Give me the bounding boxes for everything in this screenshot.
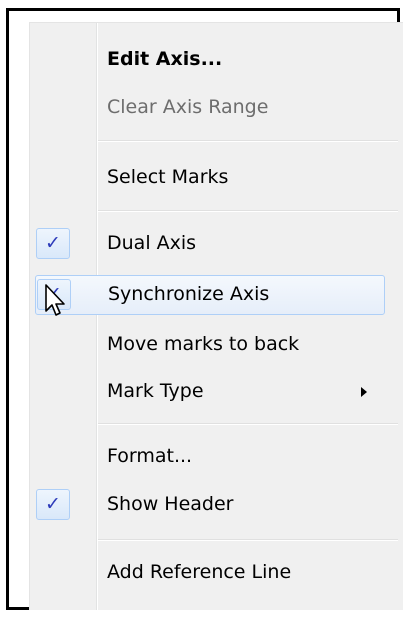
menu-item-label: Show Header bbox=[107, 493, 234, 515]
menu-item-dual-axis[interactable]: ✓ Dual Axis bbox=[30, 224, 380, 264]
menu-separator bbox=[98, 539, 398, 541]
checkmark-icon: ✓ bbox=[45, 493, 61, 515]
menu-item-move-marks-to-back[interactable]: Move marks to back bbox=[30, 325, 380, 365]
menu-item-edit-axis[interactable]: Edit Axis... bbox=[30, 40, 380, 80]
menu-item-label: Mark Type bbox=[107, 380, 204, 402]
menu-item-label: Synchronize Axis bbox=[108, 283, 270, 305]
menu-item-label: Add Reference Line bbox=[107, 561, 292, 583]
menu-separator bbox=[98, 423, 398, 425]
menu-item-synchronize-axis[interactable]: ✓ Synchronize Axis bbox=[35, 275, 385, 315]
checkmark-icon: ✓ bbox=[45, 232, 61, 254]
mouse-pointer-icon bbox=[45, 284, 65, 316]
menu-item-clear-axis-range: Clear Axis Range bbox=[30, 88, 380, 128]
menu-item-label: Dual Axis bbox=[107, 232, 197, 254]
menu-item-label: Format... bbox=[107, 445, 193, 467]
check-indicator: ✓ bbox=[36, 228, 70, 259]
menu-item-format[interactable]: Format... bbox=[30, 437, 380, 477]
menu-separator bbox=[98, 140, 398, 142]
menu-item-select-marks[interactable]: Select Marks bbox=[30, 158, 380, 198]
context-menu: Edit Axis... Clear Axis Range Select Mar… bbox=[29, 22, 403, 610]
menu-item-label: Edit Axis... bbox=[107, 48, 223, 70]
menu-item-add-reference-line[interactable]: Add Reference Line bbox=[30, 553, 380, 593]
menu-separator bbox=[98, 210, 398, 212]
chevron-right-icon bbox=[361, 387, 367, 397]
check-indicator: ✓ bbox=[36, 489, 70, 520]
menu-item-label: Move marks to back bbox=[107, 333, 300, 355]
menu-item-label: Clear Axis Range bbox=[107, 96, 269, 118]
menu-item-label: Select Marks bbox=[107, 166, 229, 188]
menu-item-show-header[interactable]: ✓ Show Header bbox=[30, 485, 380, 525]
menu-item-mark-type[interactable]: Mark Type bbox=[30, 372, 380, 412]
